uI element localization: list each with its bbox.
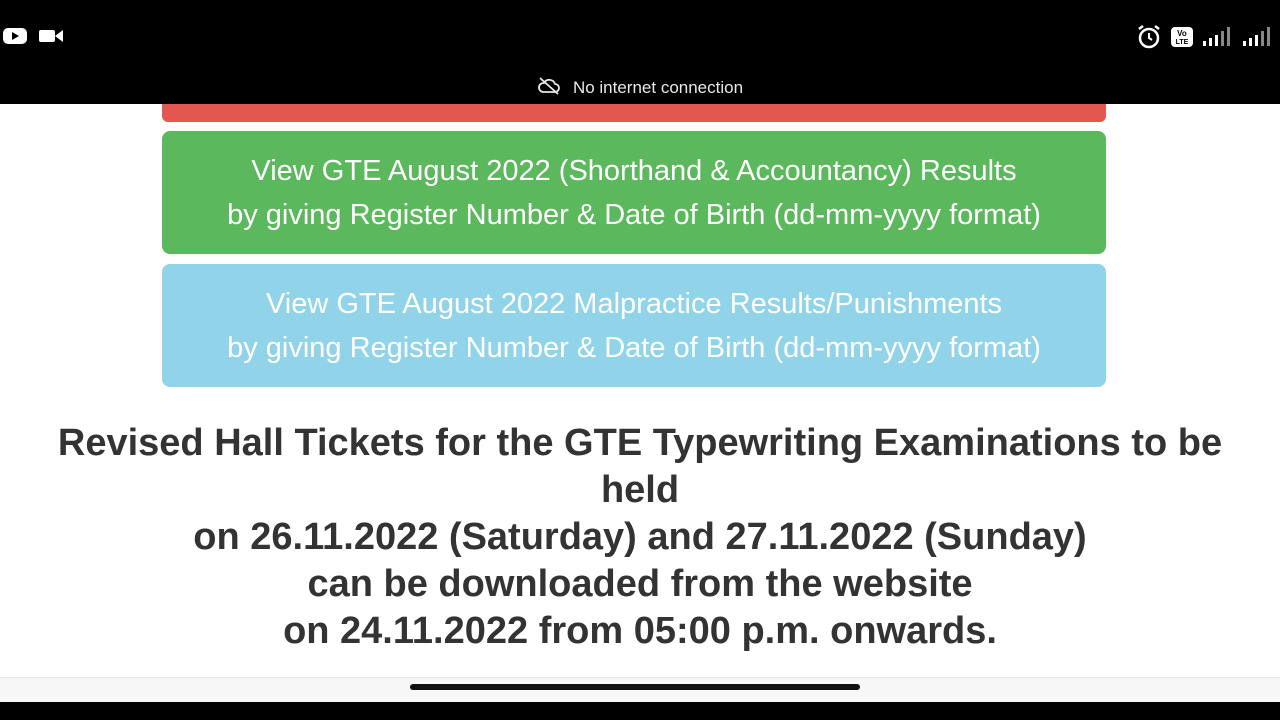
notice-line4: on 24.11.2022 from 05:00 p.m. onwards.: [283, 610, 997, 652]
view-results-line2: by giving Register Number & Date of Birt…: [227, 198, 1041, 231]
no-internet-text: No internet connection: [572, 78, 744, 97]
status-bar: Vo LTE: [0, 0, 1280, 72]
notice-line3: can be downloaded from the website: [307, 563, 973, 605]
cloud-off-icon: [537, 76, 561, 100]
home-indicator[interactable]: [410, 684, 860, 690]
svg-text:LTE: LTE: [1176, 39, 1189, 46]
red-result-button[interactable]: [162, 104, 1106, 122]
view-results-line1: View GTE August 2022 (Shorthand & Accoun…: [251, 154, 1017, 187]
signal-icon: [1202, 26, 1234, 53]
notice-line1: Revised Hall Tickets for the GTE Typewri…: [57, 422, 1223, 511]
status-right: Vo LTE: [1136, 24, 1274, 55]
signal-icon: [1242, 26, 1274, 53]
bottom-bar: [0, 702, 1280, 720]
hall-ticket-notice: Revised Hall Tickets for the GTE Typewri…: [20, 420, 1260, 655]
alarm-icon: [1136, 24, 1162, 55]
view-results-button[interactable]: View GTE August 2022 (Shorthand & Accoun…: [162, 131, 1106, 254]
malpractice-line2: by giving Register Number & Date of Birt…: [227, 331, 1041, 364]
no-internet-banner: No internet connection: [0, 72, 1280, 104]
video-camera-icon: [38, 26, 64, 51]
view-malpractice-results-button[interactable]: View GTE August 2022 Malpractice Results…: [162, 264, 1106, 387]
web-page: View GTE August 2022 (Shorthand & Accoun…: [0, 104, 1280, 702]
volte-icon: Vo LTE: [1170, 26, 1194, 53]
youtube-icon: [2, 26, 28, 51]
malpractice-line1: View GTE August 2022 Malpractice Results…: [265, 287, 1003, 320]
status-left: [2, 26, 64, 51]
svg-text:Vo: Vo: [1177, 29, 1187, 38]
notice-line2: on 26.11.2022 (Saturday) and 27.11.2022 …: [193, 516, 1087, 558]
